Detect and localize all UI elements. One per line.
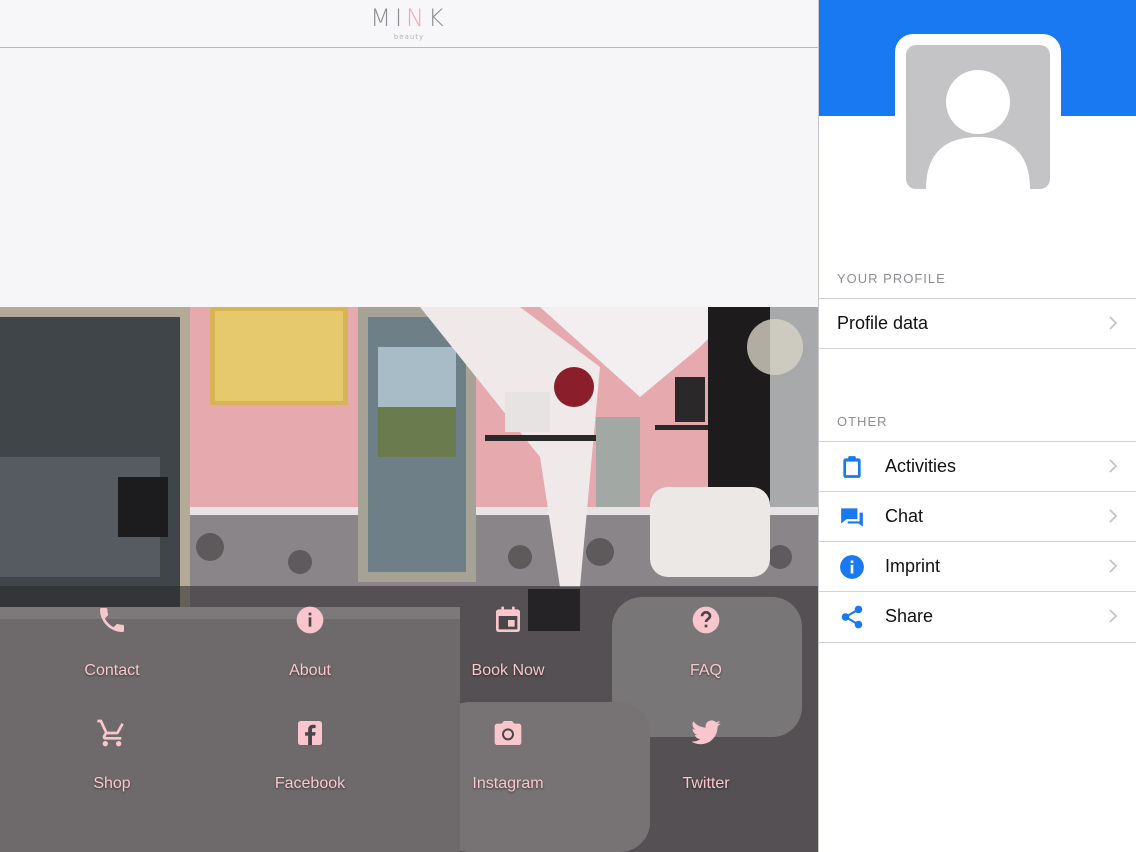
tile-label: FAQ xyxy=(689,662,722,679)
tile-faq[interactable]: FAQ xyxy=(607,586,805,682)
logo-subtitle: beauty xyxy=(393,33,425,41)
tile-label: About xyxy=(289,662,331,679)
divider xyxy=(819,348,1136,349)
tile-label: Book Now xyxy=(471,662,545,679)
chat-icon xyxy=(841,508,863,527)
tile-facebook[interactable]: Facebook xyxy=(211,699,409,795)
chevron-right-icon xyxy=(1109,559,1118,573)
tile-instagram[interactable]: Instagram xyxy=(409,699,607,795)
tile-contact[interactable]: Contact xyxy=(13,586,211,682)
tile-book-now[interactable]: Book Now xyxy=(409,586,607,682)
chevron-right-icon xyxy=(1109,316,1118,330)
avatar-placeholder-icon xyxy=(906,45,1050,189)
menu-row-activities[interactable]: Activities xyxy=(819,441,1136,491)
tile-shop[interactable]: Shop xyxy=(13,699,211,795)
tile-about[interactable]: About xyxy=(211,586,409,682)
menu-row-share[interactable]: Share xyxy=(819,591,1136,641)
chevron-right-icon xyxy=(1109,609,1118,623)
brand-logo: MINK beauty xyxy=(0,4,818,41)
row-label: Chat xyxy=(885,506,924,526)
phone-icon xyxy=(100,608,124,632)
tile-label: Contact xyxy=(84,662,140,679)
calendar-icon xyxy=(496,606,520,632)
tile-twitter[interactable]: Twitter xyxy=(607,699,805,795)
row-label: Activities xyxy=(885,456,957,476)
question-icon xyxy=(692,606,720,634)
facebook-icon xyxy=(298,721,322,745)
divider xyxy=(819,642,1136,643)
row-label: Profile data xyxy=(837,313,929,333)
main-content: MINK beauty Contact About Book Now FAQ S… xyxy=(0,0,818,852)
camera-icon xyxy=(494,721,522,745)
tile-label: Facebook xyxy=(274,775,346,792)
chevron-right-icon xyxy=(1109,459,1118,473)
tile-label: Twitter xyxy=(682,775,730,792)
row-label: Imprint xyxy=(885,556,941,576)
info-icon xyxy=(840,555,864,579)
info-icon xyxy=(296,606,324,634)
tile-label: Instagram xyxy=(472,775,544,792)
cart-icon xyxy=(97,719,124,747)
clipboard-icon xyxy=(843,456,861,478)
menu-row-imprint[interactable]: Imprint xyxy=(819,541,1136,591)
section-header-your-profile: YOUR PROFILE xyxy=(837,271,946,286)
menu-row-profile-data[interactable]: Profile data xyxy=(819,298,1136,348)
banner-area xyxy=(0,48,818,307)
twitter-icon xyxy=(691,720,721,745)
side-menu-panel: YOUR PROFILE Profile data OTHER Activiti… xyxy=(818,0,1136,852)
tile-label: Shop xyxy=(93,775,131,792)
share-icon xyxy=(841,605,863,629)
quick-links-grid: Contact About Book Now FAQ Shop Facebook… xyxy=(0,586,818,852)
top-bar: MINK beauty xyxy=(0,0,818,48)
avatar[interactable] xyxy=(895,34,1061,200)
row-label: Share xyxy=(885,606,934,626)
menu-row-chat[interactable]: Chat xyxy=(819,491,1136,541)
chevron-right-icon xyxy=(1109,509,1118,523)
section-header-other: OTHER xyxy=(837,414,888,429)
